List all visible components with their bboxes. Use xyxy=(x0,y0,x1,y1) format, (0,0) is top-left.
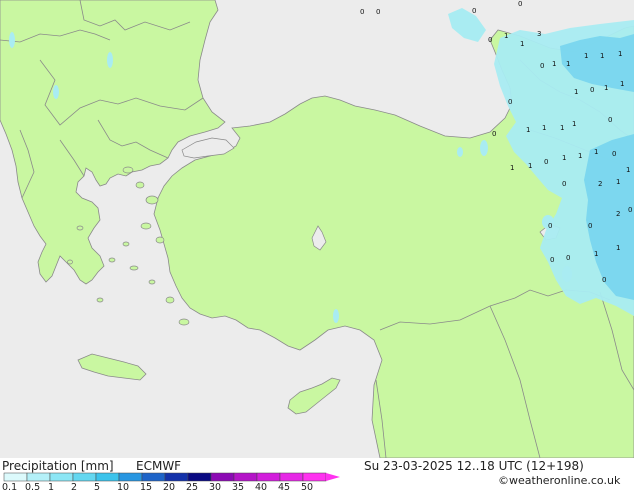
precip-value-label: 0 xyxy=(548,222,552,230)
colorbar-cell xyxy=(118,472,143,482)
colorbar-tick-label: 20 xyxy=(163,482,176,493)
precip-value-label: 1 xyxy=(552,60,556,68)
rain-patch-6 xyxy=(457,147,463,157)
colorbar-tick-label: 0.5 xyxy=(25,482,41,493)
colorbar-cell xyxy=(210,472,235,482)
map-svg: 0 0 0030 111 11 1 101 0 1 1010 1 1 1 010 1 1 01 100 02 1120… xyxy=(0,0,634,458)
colorbar-tick-label: 10 xyxy=(117,482,130,493)
colorbar-tick-label: 50 xyxy=(301,482,314,493)
precip-value-label: 0 xyxy=(472,7,476,15)
precip-value-label: 1 xyxy=(594,148,598,156)
rain-patch-8 xyxy=(562,266,572,282)
precip-value-label: 1 xyxy=(566,60,570,68)
precip-value-label: 1 xyxy=(574,88,578,96)
rain-patch-3 xyxy=(9,32,15,48)
precip-value-label: 0 xyxy=(508,98,512,106)
precip-value-label: 1 xyxy=(600,52,604,60)
colorbar-tick-label: 35 xyxy=(232,482,245,493)
precip-value-label: 1 xyxy=(526,126,530,134)
colorbar-cell xyxy=(187,472,212,482)
rain-patch-1 xyxy=(107,52,113,68)
precip-value-label: 1 xyxy=(578,152,582,160)
precip-value-label: 0 xyxy=(360,8,364,16)
precip-value-label: 2 xyxy=(616,210,620,218)
rain-patch-4 xyxy=(333,309,339,323)
precip-value-label: 1 xyxy=(616,178,620,186)
precip-value-label: 0 xyxy=(544,158,548,166)
precip-value-label: 0 xyxy=(550,256,554,264)
precip-value-label: 0 xyxy=(518,0,522,8)
colorbar-cell xyxy=(302,472,327,482)
precip-value-label: 1 xyxy=(594,250,598,258)
precip-value-label: 1 xyxy=(604,84,608,92)
colorbar-tick-label: 15 xyxy=(140,482,153,493)
valid-time: Su 23-03-2025 12..18 UTC (12+198) xyxy=(364,459,584,473)
colorbar-cell xyxy=(164,472,189,482)
product-title: Precipitation [mm] xyxy=(2,459,114,473)
precip-value-label: 1 xyxy=(626,166,630,174)
colorbar-tick-label: 2 xyxy=(71,482,78,493)
colorbar-cell xyxy=(256,472,281,482)
colorbar-cell xyxy=(233,472,258,482)
colorbar-tick-label: 5 xyxy=(94,482,101,493)
precip-value-label: 0 xyxy=(608,116,612,124)
precip-value-label: 1 xyxy=(618,50,622,58)
precip-value-label: 1 xyxy=(562,154,566,162)
precip-value-label: 1 xyxy=(504,32,508,40)
colorbar-tick-label: 30 xyxy=(209,482,222,493)
precip-value-label: 0 xyxy=(628,206,632,214)
precipitation-map: 0000301111111010110101110101101100021120… xyxy=(0,0,634,458)
precip-value-label: 1 xyxy=(542,124,546,132)
rain-patch-5 xyxy=(480,140,488,156)
precip-value-label: 2 xyxy=(598,180,602,188)
precip-value-label: 0 xyxy=(492,130,496,138)
precip-value-label: 0 xyxy=(540,62,544,70)
precip-value-label: 0 xyxy=(376,8,380,16)
precip-value-label: 0 xyxy=(566,254,570,262)
colorbar-tick-label: 0.1 xyxy=(2,482,18,493)
precip-value-label: 1 xyxy=(520,40,524,48)
colorbar-cell xyxy=(3,472,28,482)
colorbar-cell xyxy=(26,472,51,482)
colorbar-cells xyxy=(3,472,340,482)
precip-value-label: 0 xyxy=(612,150,616,158)
colorbar-tick-label: 25 xyxy=(186,482,199,493)
colorbar-arrow xyxy=(326,473,340,481)
colorbar-tick-label: 45 xyxy=(278,482,291,493)
precip-value-label: 0 xyxy=(562,180,566,188)
colorbar-tick-label: 40 xyxy=(255,482,268,493)
colorbar-tick-label: 1 xyxy=(48,482,55,493)
precip-value-label: 1 xyxy=(572,120,576,128)
precip-value-label: 0 xyxy=(588,222,592,230)
precip-value-label: 1 xyxy=(620,80,624,88)
precip-value-label: 1 xyxy=(584,52,588,60)
precip-value-label: 1 xyxy=(510,164,514,172)
colorbar-cell xyxy=(72,472,97,482)
precip-value-label: 0 xyxy=(590,86,594,94)
precip-value-label: 1 xyxy=(560,124,564,132)
colorbar-cell xyxy=(95,472,120,482)
rain-patch-2 xyxy=(53,85,59,99)
colorbar-cell xyxy=(49,472,74,482)
colorbar-cell xyxy=(279,472,304,482)
precip-value-label: 1 xyxy=(528,162,532,170)
model-name: ECMWF xyxy=(136,459,182,473)
precip-value-label: 0 xyxy=(602,276,606,284)
precip-value-label: 0 xyxy=(488,36,492,44)
precip-value-label: 3 xyxy=(537,30,541,38)
colorbar-cell xyxy=(141,472,166,482)
precip-value-label: 1 xyxy=(616,244,620,252)
credit: ©weatheronline.co.uk xyxy=(498,474,621,487)
